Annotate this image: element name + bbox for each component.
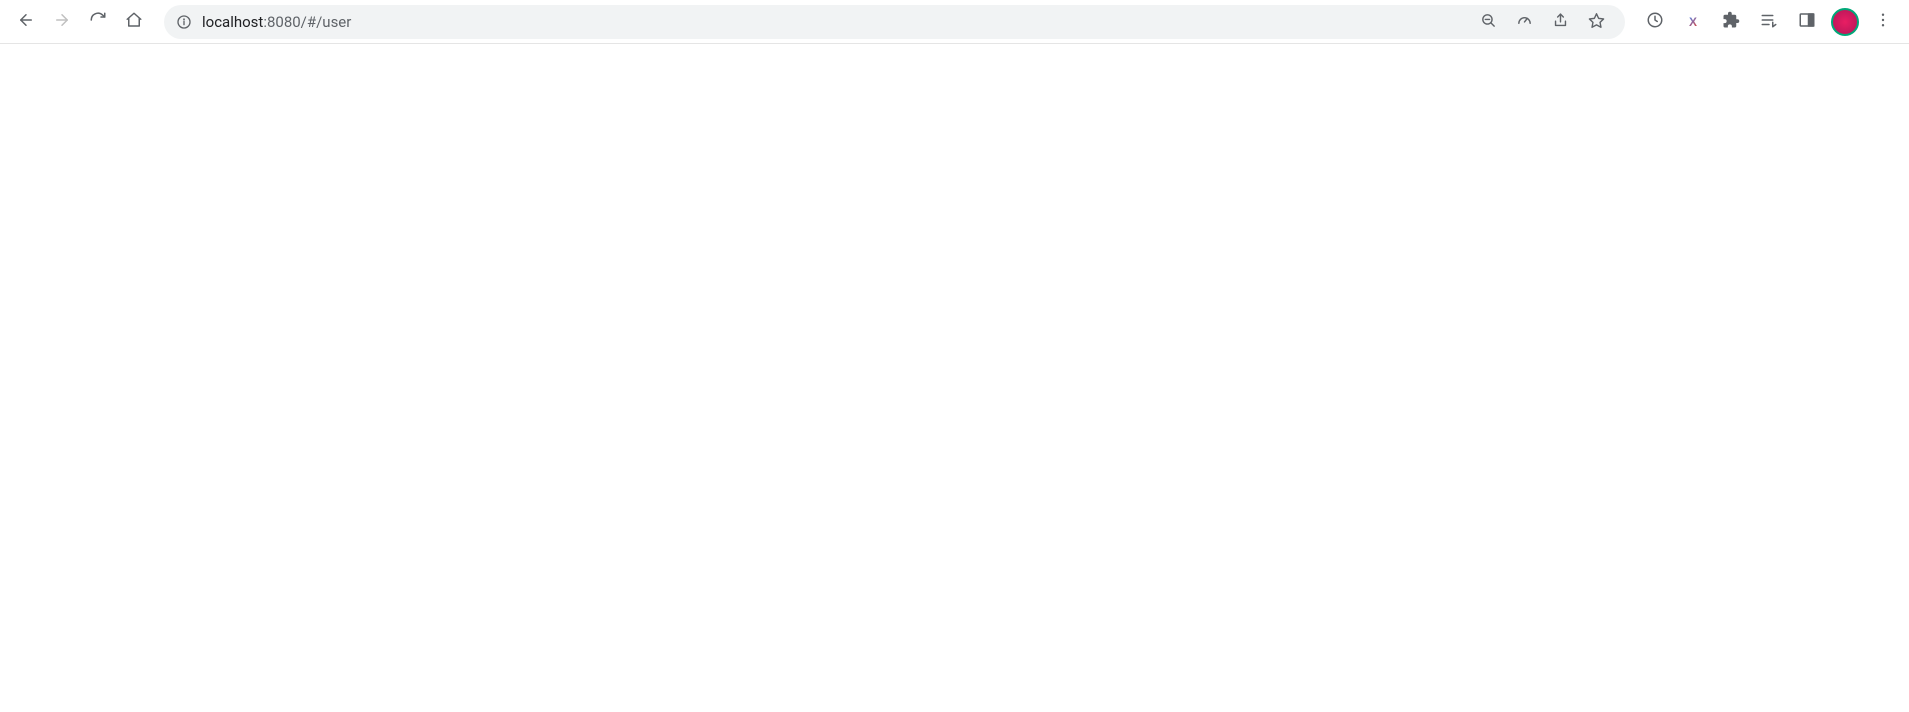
extension-x-icon: X [1689,15,1697,29]
right-actions: X [1637,8,1901,36]
reading-list-button[interactable] [1755,8,1783,36]
dots-vertical-icon [1874,11,1892,32]
back-arrow-icon [17,11,35,32]
url-display[interactable]: localhost:8080/#/user [202,13,1465,31]
puzzle-icon [1722,11,1740,32]
share-button[interactable] [1547,9,1573,35]
side-panel-button[interactable] [1793,8,1821,36]
reading-list-icon [1760,11,1778,32]
site-info-icon[interactable] [176,14,192,30]
performance-button[interactable] [1511,9,1537,35]
clock-icon [1646,11,1664,32]
forward-button[interactable] [48,8,76,36]
share-icon [1552,12,1569,32]
browser-toolbar: localhost:8080/#/user [0,0,1909,44]
nav-buttons [8,8,152,36]
forward-arrow-icon [53,11,71,32]
zoom-button[interactable] [1475,9,1501,35]
extensions-button[interactable] [1717,8,1745,36]
url-rest: :8080/#/user [263,13,351,31]
star-icon [1588,12,1605,32]
reload-icon [89,11,107,32]
speedometer-icon [1516,12,1533,32]
address-actions [1475,9,1613,35]
home-icon [125,11,143,32]
profile-avatar[interactable] [1831,8,1859,36]
url-host: localhost [202,13,263,31]
zoom-out-icon [1480,12,1497,32]
bookmark-button[interactable] [1583,9,1609,35]
back-button[interactable] [12,8,40,36]
history-button[interactable] [1641,8,1669,36]
page-content [0,44,1909,712]
extension-x-button[interactable]: X [1679,8,1707,36]
address-bar[interactable]: localhost:8080/#/user [164,5,1625,39]
home-button[interactable] [120,8,148,36]
side-panel-icon [1798,11,1816,32]
reload-button[interactable] [84,8,112,36]
menu-button[interactable] [1869,8,1897,36]
